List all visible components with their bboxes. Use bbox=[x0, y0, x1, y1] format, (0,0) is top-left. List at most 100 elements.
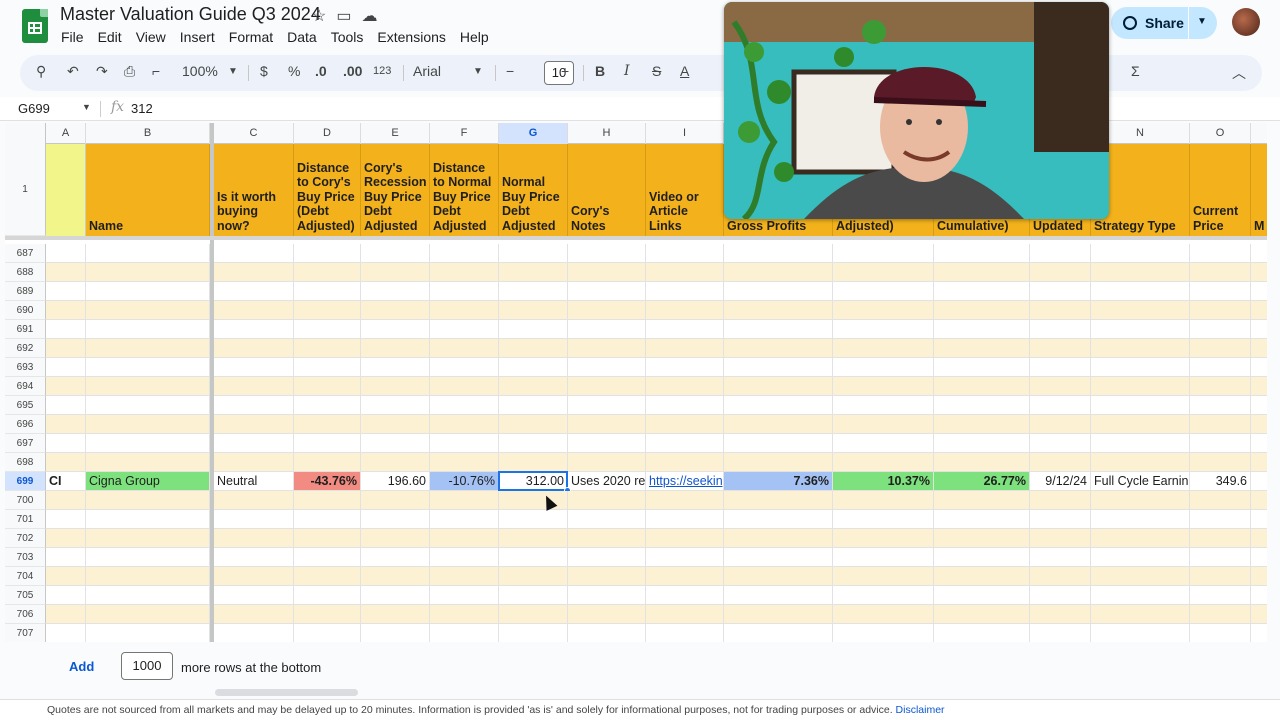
grid-cell[interactable] bbox=[724, 510, 833, 529]
menu-view[interactable]: View bbox=[135, 29, 173, 45]
grid-cell[interactable] bbox=[568, 548, 646, 567]
grid-cell[interactable] bbox=[46, 339, 86, 358]
grid-cell[interactable] bbox=[934, 263, 1030, 282]
grid-cell[interactable] bbox=[361, 567, 430, 586]
grid-cell[interactable] bbox=[934, 396, 1030, 415]
grid-cell[interactable] bbox=[294, 567, 361, 586]
grid-cell[interactable] bbox=[724, 624, 833, 642]
header-cell-links[interactable]: Video or Article Links bbox=[646, 144, 724, 236]
grid-cell[interactable] bbox=[86, 586, 210, 605]
grid-cell[interactable] bbox=[294, 434, 361, 453]
row-header-699[interactable]: 699 bbox=[5, 472, 46, 491]
grid-cell[interactable] bbox=[1251, 529, 1267, 548]
strategy-cell[interactable]: Full Cycle Earnings bbox=[1091, 472, 1190, 491]
grid-cell[interactable] bbox=[294, 491, 361, 510]
grid-cell[interactable] bbox=[1251, 339, 1267, 358]
grid-cell[interactable] bbox=[1190, 548, 1251, 567]
grid-cell[interactable] bbox=[361, 586, 430, 605]
grid-cell[interactable] bbox=[1190, 301, 1251, 320]
grid-cell[interactable] bbox=[86, 358, 210, 377]
grid-cell[interactable] bbox=[833, 244, 934, 263]
grid-cell[interactable] bbox=[1091, 415, 1190, 434]
grid-cell[interactable] bbox=[646, 529, 724, 548]
grid-cell[interactable] bbox=[430, 624, 499, 642]
grid-cell[interactable] bbox=[833, 434, 934, 453]
grid-cell[interactable] bbox=[1251, 320, 1267, 339]
grid-cell[interactable] bbox=[568, 453, 646, 472]
grid-cell[interactable] bbox=[646, 510, 724, 529]
row-header-696[interactable]: 696 bbox=[5, 415, 46, 434]
grid-cell[interactable] bbox=[1030, 377, 1091, 396]
collapse-toolbar-icon[interactable]: ︿ bbox=[1232, 63, 1246, 83]
grid-cell[interactable] bbox=[724, 567, 833, 586]
grid-cell[interactable] bbox=[499, 358, 568, 377]
grid-cell[interactable] bbox=[86, 491, 210, 510]
grid-cell[interactable] bbox=[934, 282, 1030, 301]
grid-cell[interactable] bbox=[568, 491, 646, 510]
active-cell-selection[interactable] bbox=[498, 471, 568, 491]
search-menus-icon[interactable]: ⚲ bbox=[36, 63, 46, 80]
grid-cell[interactable] bbox=[430, 339, 499, 358]
grid-cell[interactable] bbox=[724, 377, 833, 396]
grid-cell[interactable] bbox=[214, 320, 294, 339]
grid-cell[interactable] bbox=[294, 282, 361, 301]
grid-cell[interactable] bbox=[1091, 491, 1190, 510]
horizontal-scrollbar[interactable] bbox=[215, 689, 358, 696]
grid-cell[interactable] bbox=[1251, 377, 1267, 396]
grid-cell[interactable] bbox=[1190, 320, 1251, 339]
grid-cell[interactable] bbox=[46, 377, 86, 396]
grid-cell[interactable] bbox=[294, 263, 361, 282]
percent-format-button[interactable]: % bbox=[288, 63, 300, 79]
grid-cell[interactable] bbox=[1251, 358, 1267, 377]
row-header-693[interactable]: 693 bbox=[5, 358, 46, 377]
grid-cell[interactable] bbox=[646, 548, 724, 567]
grid-cell[interactable] bbox=[724, 320, 833, 339]
grid-cell[interactable] bbox=[724, 415, 833, 434]
grid-cell[interactable] bbox=[1091, 320, 1190, 339]
grid-cell[interactable] bbox=[1091, 548, 1190, 567]
grid-cell[interactable] bbox=[1091, 567, 1190, 586]
grid-cell[interactable] bbox=[1030, 567, 1091, 586]
notes-cell[interactable]: Uses 2020 rec bbox=[568, 472, 646, 491]
grid-cell[interactable] bbox=[86, 415, 210, 434]
header-cell-partial[interactable]: M m bbox=[1251, 144, 1267, 236]
grid-cell[interactable] bbox=[294, 605, 361, 624]
row-header-702[interactable]: 702 bbox=[5, 529, 46, 548]
grid-cell[interactable] bbox=[1030, 358, 1091, 377]
grid-cell[interactable] bbox=[1251, 263, 1267, 282]
column-header-h[interactable]: H bbox=[568, 123, 646, 144]
grid-cell[interactable] bbox=[46, 491, 86, 510]
grid-cell[interactable] bbox=[499, 453, 568, 472]
grid-cell[interactable] bbox=[1190, 263, 1251, 282]
row-header-700[interactable]: 700 bbox=[5, 491, 46, 510]
avatar[interactable] bbox=[1232, 8, 1260, 36]
grid-cell[interactable] bbox=[499, 529, 568, 548]
grid-cell[interactable] bbox=[724, 548, 833, 567]
share-dropdown-icon[interactable]: ▼ bbox=[1197, 16, 1207, 27]
grid-cell[interactable] bbox=[833, 491, 934, 510]
grid-cell[interactable] bbox=[294, 415, 361, 434]
grid-cell[interactable] bbox=[499, 377, 568, 396]
grid-cell[interactable] bbox=[86, 529, 210, 548]
grid-cell[interactable] bbox=[1091, 244, 1190, 263]
grid-cell[interactable] bbox=[833, 586, 934, 605]
grid-cell[interactable] bbox=[934, 529, 1030, 548]
grid-cell[interactable] bbox=[568, 586, 646, 605]
grid-cell[interactable] bbox=[1251, 453, 1267, 472]
grid-cell[interactable] bbox=[724, 358, 833, 377]
grid-cell[interactable] bbox=[934, 624, 1030, 642]
grid-cell[interactable] bbox=[1190, 510, 1251, 529]
grid-cell[interactable] bbox=[1251, 510, 1267, 529]
grid-cell[interactable] bbox=[86, 244, 210, 263]
recession-price-cell[interactable]: 196.60 bbox=[361, 472, 430, 491]
grid-cell[interactable] bbox=[214, 263, 294, 282]
grid-cell[interactable] bbox=[1091, 263, 1190, 282]
row-header-691[interactable]: 691 bbox=[5, 320, 46, 339]
grid-cell[interactable] bbox=[214, 415, 294, 434]
grid-cell[interactable] bbox=[646, 320, 724, 339]
grid-cell[interactable] bbox=[361, 301, 430, 320]
grid-cell[interactable] bbox=[430, 377, 499, 396]
grid-cell[interactable] bbox=[430, 396, 499, 415]
grid-cell[interactable] bbox=[499, 567, 568, 586]
grid-cell[interactable] bbox=[1251, 548, 1267, 567]
